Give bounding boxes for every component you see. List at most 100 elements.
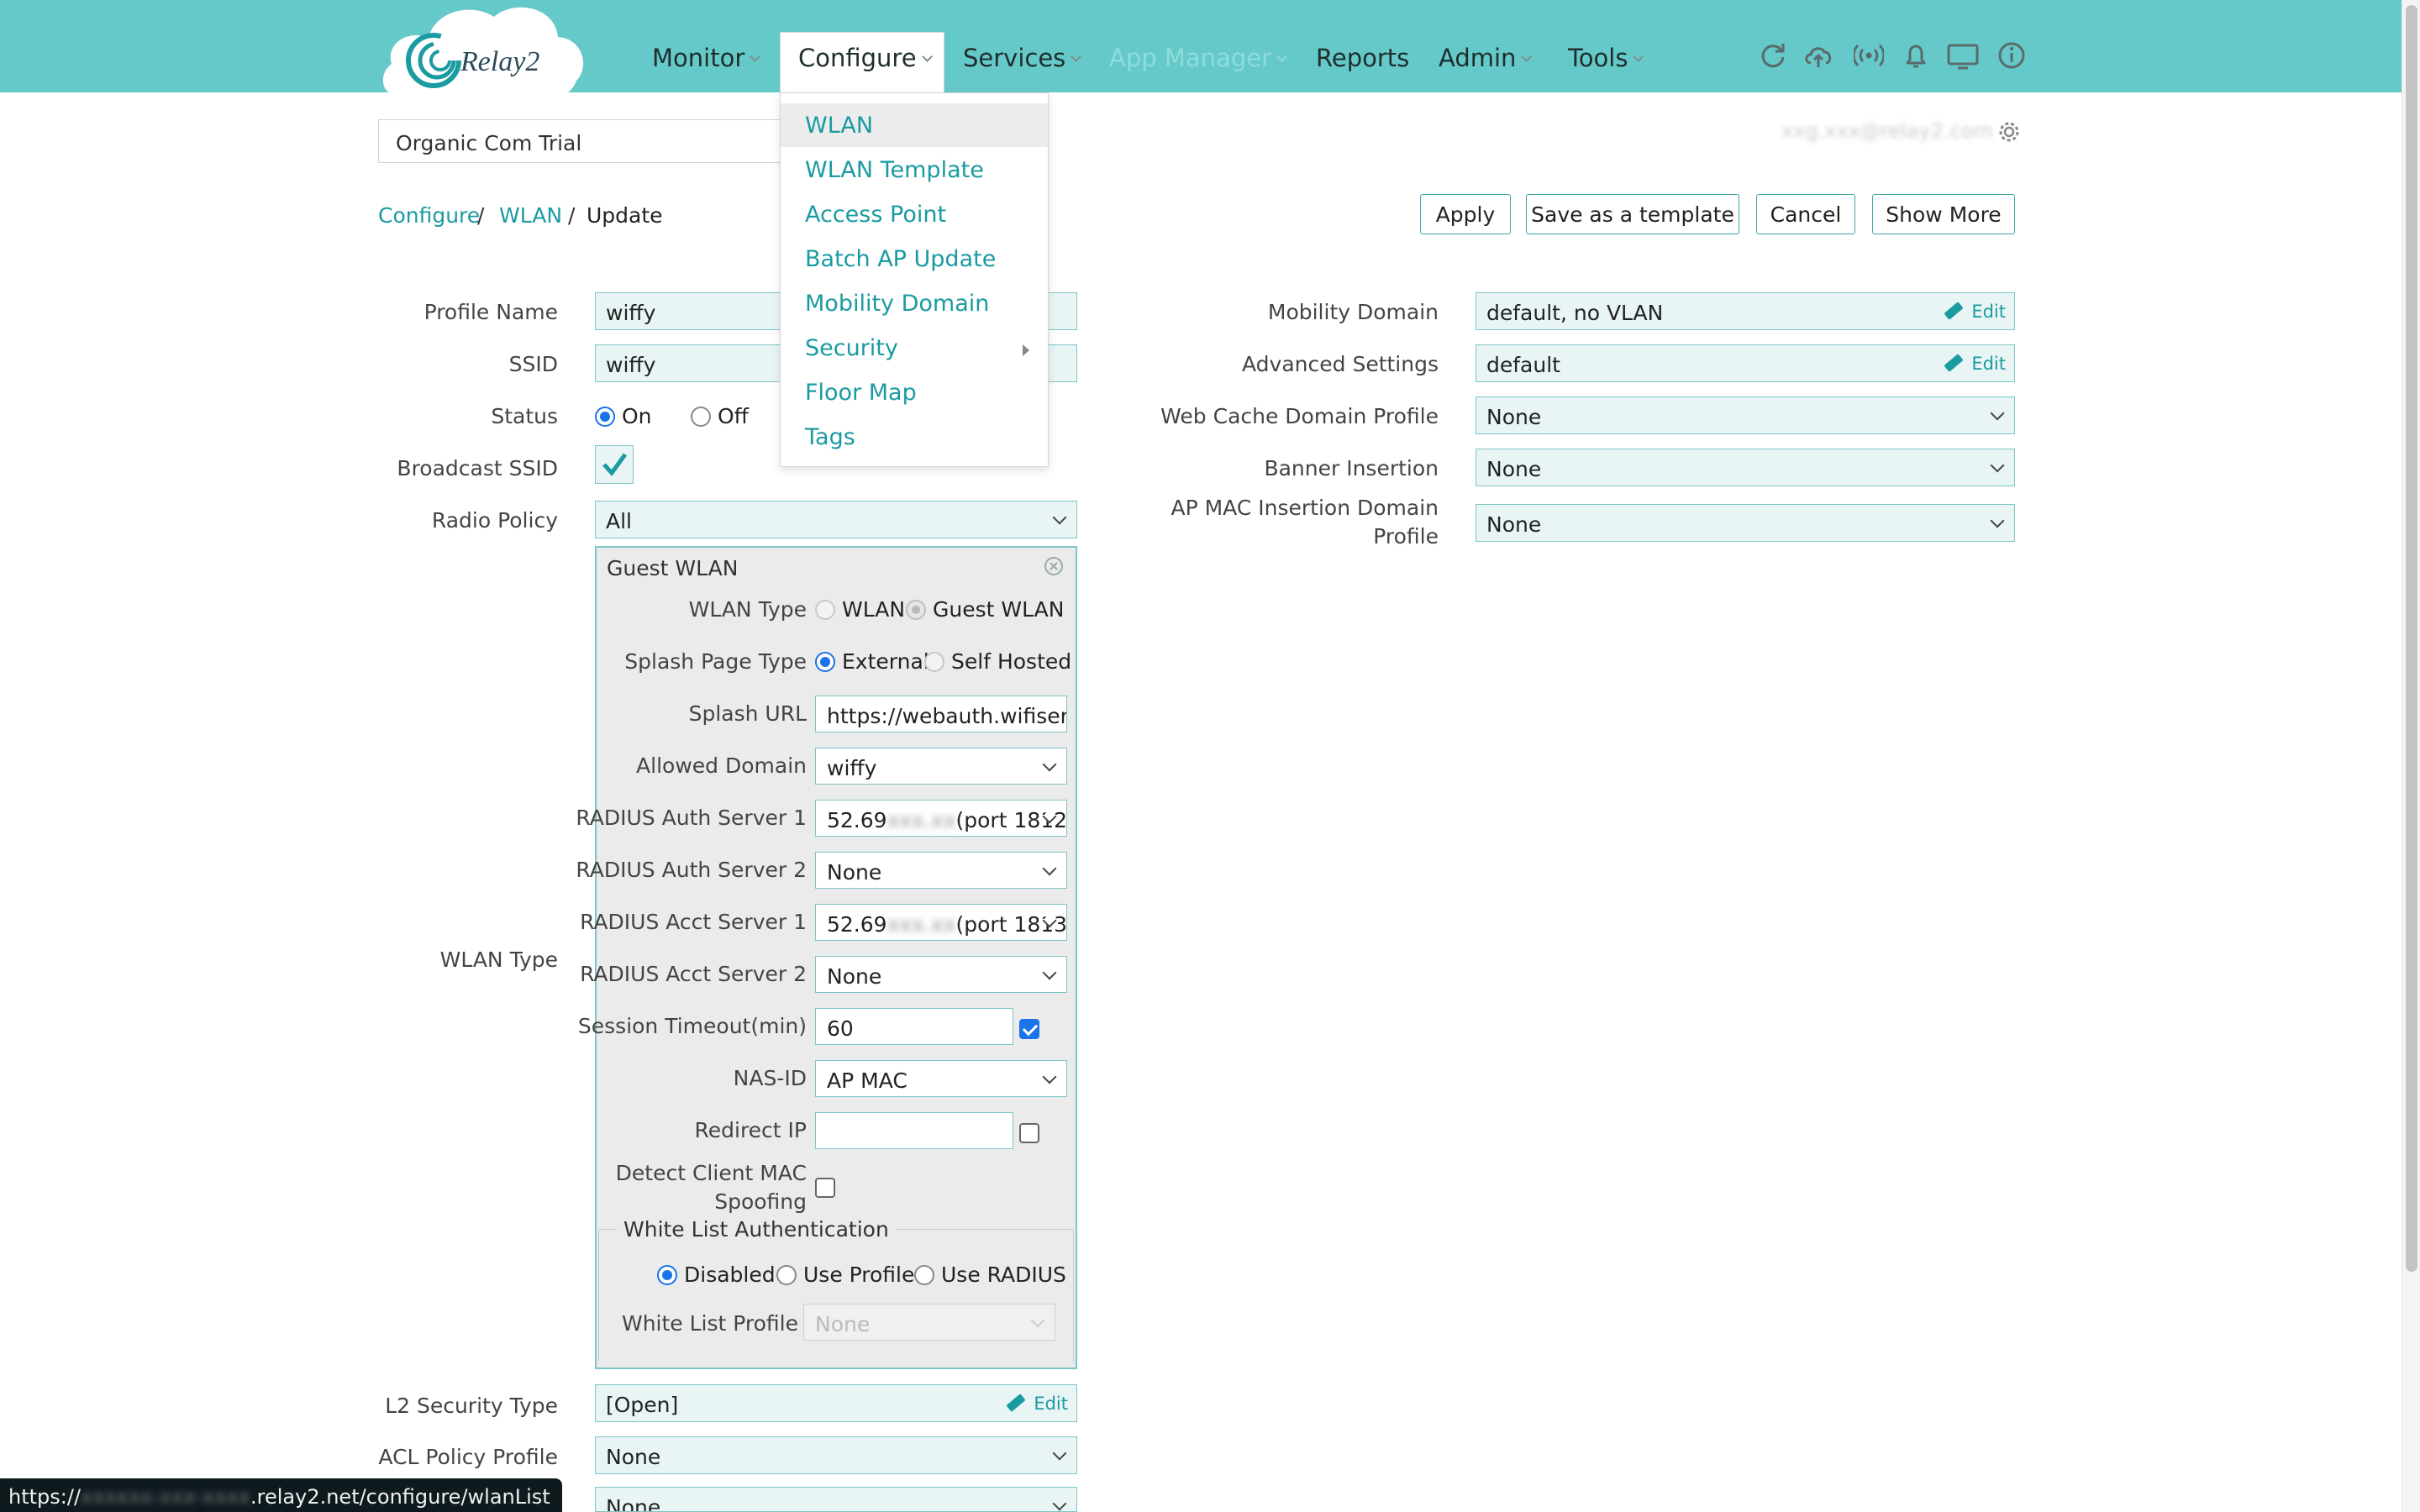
monitor-icon[interactable] [1946, 40, 1980, 71]
status-on-radio[interactable] [595, 407, 615, 427]
radius-auth-server-1-select[interactable]: 52.69xxx.xx(port 1812 [815, 800, 1067, 837]
whitelist-disabled-radio[interactable] [657, 1265, 677, 1285]
refresh-icon[interactable] [1758, 40, 1788, 71]
chevron-down-icon [1990, 406, 2005, 421]
info-icon[interactable] [1996, 40, 2027, 71]
nav-tools[interactable]: Tools [1568, 44, 1644, 72]
advanced-edit-link[interactable]: Edit [1944, 354, 2006, 374]
whitelist-use-radius-radio[interactable] [914, 1265, 934, 1285]
wlan-type-guest-radio[interactable] [906, 600, 926, 620]
banner-insertion-value: None [1486, 457, 1542, 481]
nav-monitor[interactable]: Monitor [652, 44, 761, 72]
menu-item-batch-ap-update[interactable]: Batch AP Update [781, 237, 1048, 281]
advanced-settings-label: Advanced Settings [1242, 352, 1439, 376]
nav-services[interactable]: Services [963, 44, 1082, 72]
next-profile-select[interactable]: None [595, 1487, 1077, 1512]
pencil-icon [1944, 354, 1964, 372]
nas-id-label: NAS-ID [733, 1066, 807, 1090]
splash-external-label: External [842, 649, 929, 674]
allowed-domain-label: Allowed Domain [636, 753, 807, 778]
whitelist-disabled-label: Disabled [684, 1263, 776, 1287]
chevron-down-icon [1990, 513, 2005, 528]
show-more-button[interactable]: Show More [1872, 194, 2015, 234]
profile-name-label: Profile Name [424, 300, 558, 324]
cloud-upload-icon[interactable] [1803, 40, 1833, 71]
redirect-ip-input[interactable] [815, 1112, 1013, 1149]
white-list-profile-select[interactable]: None [803, 1304, 1055, 1341]
broadcast-ssid-checkbox[interactable] [595, 445, 634, 484]
cancel-button[interactable]: Cancel [1756, 194, 1855, 234]
allowed-domain-select[interactable]: wiffy [815, 748, 1067, 785]
edit-label: Edit [1971, 354, 2006, 374]
wlan-type-wlan-label: WLAN [842, 597, 906, 622]
web-cache-domain-profile-value: None [1486, 405, 1542, 429]
chevron-down-icon [1276, 51, 1287, 62]
save-as-template-button[interactable]: Save as a template [1526, 194, 1739, 234]
relay2-logo[interactable]: Relay2 [378, 0, 592, 94]
mobility-edit-link[interactable]: Edit [1944, 302, 2006, 322]
chevron-down-icon [1521, 51, 1533, 62]
nas-id-select[interactable]: AP MAC [815, 1060, 1067, 1097]
splash-external-radio[interactable] [815, 652, 835, 672]
organization-selector[interactable]: Organic Com Trial [378, 119, 781, 163]
detect-client-mac-label-line2: Spoofing [714, 1189, 807, 1214]
splash-url-value: https://webauth.wifiservic [827, 704, 1066, 728]
breadcrumb-separator: / [568, 203, 576, 228]
chevron-down-icon [1030, 1313, 1045, 1328]
menu-item-tags[interactable]: Tags [781, 415, 1048, 459]
gear-icon[interactable] [1996, 119, 2022, 144]
radius-acct-server-2-select[interactable]: None [815, 956, 1067, 993]
menu-item-security[interactable]: Security [781, 326, 1048, 370]
radius-auth-server-2-select[interactable]: None [815, 852, 1067, 889]
menu-item-floor-map[interactable]: Floor Map [781, 370, 1048, 414]
status-off-label: Off [718, 404, 749, 428]
banner-insertion-select[interactable]: None [1476, 449, 2015, 486]
status-url-prefix: https:// [8, 1485, 82, 1509]
organization-selector-value: Organic Com Trial [396, 131, 582, 155]
white-list-profile-label: White List Profile [621, 1311, 798, 1336]
chevron-down-icon [1042, 861, 1057, 876]
breadcrumb-current: Update [587, 203, 663, 228]
configure-dropdown-menu: WLAN WLAN Template Access Point Batch AP… [780, 92, 1049, 467]
broadcast-icon[interactable] [1854, 40, 1884, 71]
status-off-radio[interactable] [691, 407, 711, 427]
radio-policy-select[interactable]: All [595, 501, 1077, 538]
ap-mac-label-line1: AP MAC Insertion Domain [1171, 496, 1439, 520]
splash-url-input[interactable]: https://webauth.wifiservic [815, 696, 1067, 732]
l2-edit-link[interactable]: Edit [1006, 1394, 1068, 1414]
l2-security-type-field[interactable]: [Open] Edit [595, 1384, 1077, 1422]
advanced-settings-field[interactable]: default Edit [1476, 344, 2015, 382]
mobility-domain-field[interactable]: default, no VLAN Edit [1476, 292, 2015, 330]
nav-reports[interactable]: Reports [1316, 44, 1409, 72]
ssid-label: SSID [508, 352, 558, 376]
menu-item-wlan[interactable]: WLAN [781, 103, 1048, 147]
menu-item-access-point[interactable]: Access Point [781, 192, 1048, 236]
vertical-scrollbar[interactable] [2402, 0, 2420, 1512]
radius-auth-1-redacted: xxx.xx [886, 808, 956, 832]
menu-item-mobility-domain[interactable]: Mobility Domain [781, 281, 1048, 325]
wlan-type-wlan-radio[interactable] [815, 600, 835, 620]
close-icon[interactable] [1044, 556, 1064, 576]
nav-configure[interactable]: Configure [798, 44, 933, 72]
menu-item-wlan-template[interactable]: WLAN Template [781, 148, 1048, 192]
nav-app-manager[interactable]: App Manager [1109, 44, 1287, 72]
detect-client-mac-checkbox[interactable] [815, 1178, 835, 1198]
whitelist-use-profile-radio[interactable] [776, 1265, 797, 1285]
session-timeout-input[interactable]: 60 [815, 1008, 1013, 1045]
nas-id-value: AP MAC [827, 1068, 908, 1093]
profile-name-value: wiffy [606, 301, 656, 325]
splash-self-hosted-radio[interactable] [924, 652, 944, 672]
acl-policy-profile-select[interactable]: None [595, 1436, 1077, 1474]
web-cache-domain-profile-select[interactable]: None [1476, 396, 2015, 434]
ap-mac-insertion-domain-profile-select[interactable]: None [1476, 504, 2015, 542]
scrollbar-thumb[interactable] [2406, 5, 2417, 1272]
radius-acct-server-1-select[interactable]: 52.69xxx.xx(port 1813 [815, 904, 1067, 941]
bell-icon[interactable] [1901, 40, 1931, 71]
redirect-ip-checkbox[interactable] [1019, 1123, 1039, 1143]
session-timeout-checkbox[interactable] [1019, 1019, 1039, 1039]
breadcrumb-configure-link[interactable]: Configure [378, 203, 480, 228]
ap-mac-insertion-domain-profile-value: None [1486, 512, 1542, 537]
breadcrumb-wlan-link[interactable]: WLAN [499, 203, 562, 228]
nav-admin[interactable]: Admin [1439, 44, 1533, 72]
apply-button[interactable]: Apply [1420, 194, 1511, 234]
